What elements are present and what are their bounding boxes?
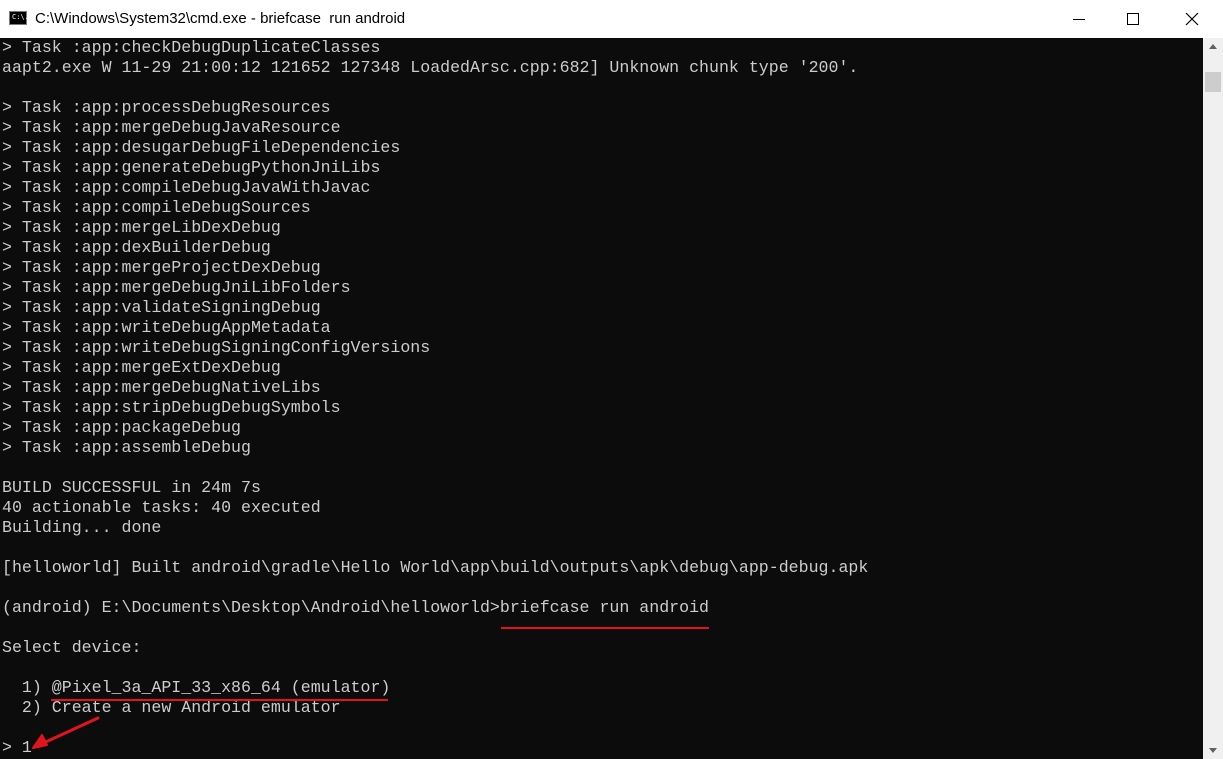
red-arrow-annotation: [32, 716, 100, 749]
cmd-window: C:\. C:\Windows\System32\cmd.exe - brief…: [0, 0, 1223, 759]
